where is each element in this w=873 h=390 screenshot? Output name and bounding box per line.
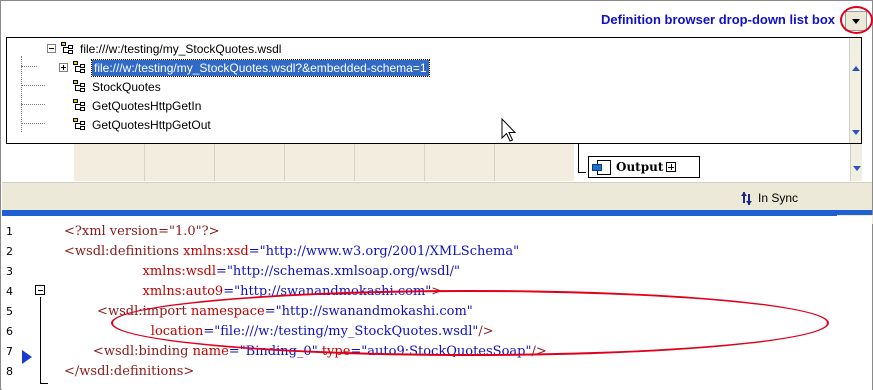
line-number: 3 bbox=[6, 265, 13, 278]
scroll-down-icon[interactable] bbox=[852, 130, 860, 135]
mouse-pointer-icon bbox=[501, 118, 517, 142]
code-line[interactable]: 3 xmlns:wsdl="http://schemas.xmlsoap.org… bbox=[2, 262, 862, 282]
expand-icon[interactable] bbox=[59, 63, 68, 72]
code-line[interactable]: 1 <?xml version="1.0"?> bbox=[2, 222, 862, 242]
diagram-canvas: Output bbox=[6, 144, 862, 181]
sync-indicator[interactable]: In Sync bbox=[741, 191, 798, 205]
scroll-down-icon[interactable] bbox=[853, 166, 861, 171]
line-number: 8 bbox=[6, 365, 13, 378]
code-token: xmlns:auto9 bbox=[142, 284, 224, 299]
code-token: ="http://www.w3.org/2001/XMLSchema" bbox=[248, 244, 520, 259]
annotation-ellipse bbox=[111, 290, 829, 356]
line-number: 6 bbox=[6, 325, 13, 338]
code-line[interactable]: 2 <wsdl:definitions xmlns:xsd="http://www… bbox=[2, 242, 862, 262]
message-node-icon bbox=[73, 118, 88, 131]
code-text: </wsdl:definitions> bbox=[64, 362, 194, 382]
code-token: ="http://schemas.xmlsoap.org/wsdl/" bbox=[216, 264, 460, 279]
code-text: <wsdl:definitions xmlns:xsd="http://www.… bbox=[64, 242, 519, 262]
canvas-scrollbar[interactable] bbox=[850, 144, 862, 181]
diagram-band bbox=[74, 144, 574, 181]
code-token: <wsdl:binding bbox=[64, 344, 193, 359]
connector-line bbox=[578, 144, 579, 172]
tree-item-label: StockQuotes bbox=[92, 79, 161, 94]
line-number: 7 bbox=[6, 345, 13, 358]
application-window: Definition browser drop-down list box fi… bbox=[0, 0, 873, 390]
annotation-circle bbox=[840, 6, 873, 34]
code-token: </wsdl:definitions> bbox=[64, 364, 195, 379]
output-node[interactable]: Output bbox=[588, 156, 700, 178]
schema-node-icon bbox=[73, 61, 88, 74]
output-label: Output bbox=[616, 160, 664, 174]
definition-browser-bar: Definition browser drop-down list box bbox=[3, 3, 873, 36]
current-line-marker-icon bbox=[22, 350, 32, 364]
scroll-up-icon[interactable] bbox=[852, 66, 860, 71]
code-token: xmlns:wsdl bbox=[142, 264, 217, 279]
tree-item-label: file:///w:/testing/my_StockQuotes.wsdl?&… bbox=[91, 58, 430, 77]
tree-item[interactable]: GetQuotesHttpGetIn bbox=[73, 96, 201, 115]
tree-item-label: GetQuotesHttpGetIn bbox=[92, 98, 202, 113]
tree-item-selected[interactable]: file:///w:/testing/my_StockQuotes.wsdl?&… bbox=[59, 58, 430, 77]
definition-browser-dropdown-list[interactable]: file:///w:/testing/my_StockQuotes.wsdl f… bbox=[6, 37, 862, 144]
connector-line bbox=[578, 172, 586, 173]
tree-item-label: GetQuotesHttpGetOut bbox=[92, 117, 211, 132]
expand-icon[interactable] bbox=[666, 162, 677, 172]
collapse-icon[interactable] bbox=[47, 44, 56, 53]
code-token: <wsdl:definitions bbox=[64, 244, 184, 259]
tree-item-label: file:///w:/testing/my_StockQuotes.wsdl bbox=[80, 41, 282, 56]
service-node-icon bbox=[73, 80, 88, 93]
line-number: 5 bbox=[6, 305, 13, 318]
list-scrollbar[interactable] bbox=[849, 38, 861, 143]
code-text: <?xml version="1.0"?> bbox=[64, 222, 219, 242]
fold-collapse-icon[interactable] bbox=[35, 285, 45, 295]
tree-item[interactable]: file:///w:/testing/my_StockQuotes.wsdl bbox=[47, 39, 281, 58]
output-icon bbox=[592, 159, 612, 175]
message-node-icon bbox=[73, 99, 88, 112]
tree-item[interactable]: GetQuotesHttpGetOut bbox=[73, 115, 211, 134]
line-number: 1 bbox=[6, 225, 13, 238]
code-text: xmlns:wsdl="http://schemas.xmlsoap.org/w… bbox=[64, 262, 460, 282]
sync-icon bbox=[741, 191, 753, 205]
wsdl-node-icon bbox=[61, 42, 76, 55]
code-line[interactable]: 8 </wsdl:definitions> bbox=[2, 362, 862, 382]
status-bar: In Sync bbox=[2, 182, 872, 210]
callout-label: Definition browser drop-down list box bbox=[601, 12, 835, 27]
line-number: 2 bbox=[6, 245, 13, 258]
code-token: xmlns:xsd bbox=[183, 244, 249, 259]
code-token: <?xml version="1.0"?> bbox=[64, 224, 220, 239]
sync-label: In Sync bbox=[758, 191, 799, 205]
line-number: 4 bbox=[6, 285, 13, 298]
tree-item[interactable]: StockQuotes bbox=[73, 77, 161, 96]
